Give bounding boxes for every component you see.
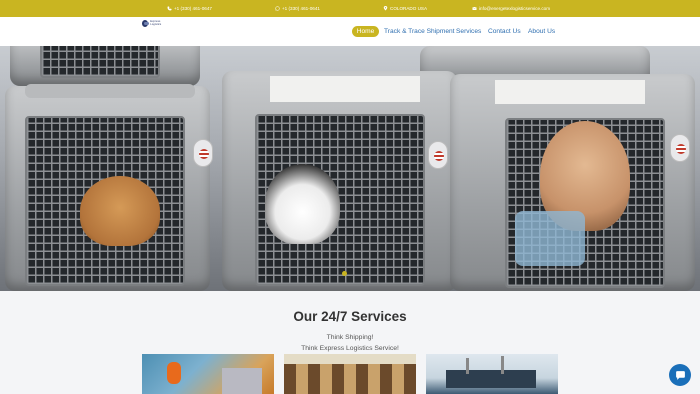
site-logo[interactable]: Express Logistics (142, 18, 170, 28)
service-thumb-worker[interactable] (142, 354, 274, 394)
top-info-bar: +1 (330) 461-0647 +1 (330) 461-0641 COLO… (0, 0, 700, 17)
hero-image (0, 46, 700, 291)
main-navbar (0, 17, 700, 46)
logo-text: Express Logistics (150, 20, 162, 26)
dog-left (80, 176, 160, 246)
services-tagline-2: Think Express Logistics Service! (301, 345, 399, 352)
top-location: COLORADO USA (383, 6, 427, 11)
map-pin-icon (383, 6, 388, 11)
mail-icon (472, 6, 477, 10)
service-thumb-port[interactable] (426, 354, 558, 394)
nav-contact-us[interactable]: Contact Us (488, 25, 521, 37)
logo-globe-icon (142, 19, 150, 27)
slider-dot[interactable] (342, 271, 347, 276)
crate-left-flag-badge (193, 139, 213, 167)
services-tagline-1: Think Shipping! (326, 334, 374, 341)
top-phone-2[interactable]: +1 (330) 461-0641 (275, 6, 320, 11)
nav-about-us[interactable]: About Us (528, 25, 555, 37)
chat-bubble-icon (675, 370, 685, 380)
top-phone-1[interactable]: +1 (330) 461-0647 (167, 6, 212, 11)
services-title: Our 24/7 Services (293, 309, 407, 324)
crate-middle-flag-badge (428, 141, 448, 169)
nav-home[interactable]: Home (352, 26, 379, 37)
crate-right-flag-badge (670, 134, 690, 162)
blue-blanket (515, 211, 585, 266)
nav-track-trace[interactable]: Track & Trace Shipment (384, 25, 454, 37)
top-email[interactable]: info@energetexlogisticservice.com (472, 6, 550, 11)
chat-button[interactable] (669, 364, 691, 386)
service-thumb-warehouse[interactable] (284, 354, 416, 394)
dog-middle (265, 164, 340, 244)
nav-services[interactable]: Services (456, 25, 481, 37)
whatsapp-icon (275, 6, 280, 11)
phone-icon (167, 6, 172, 11)
